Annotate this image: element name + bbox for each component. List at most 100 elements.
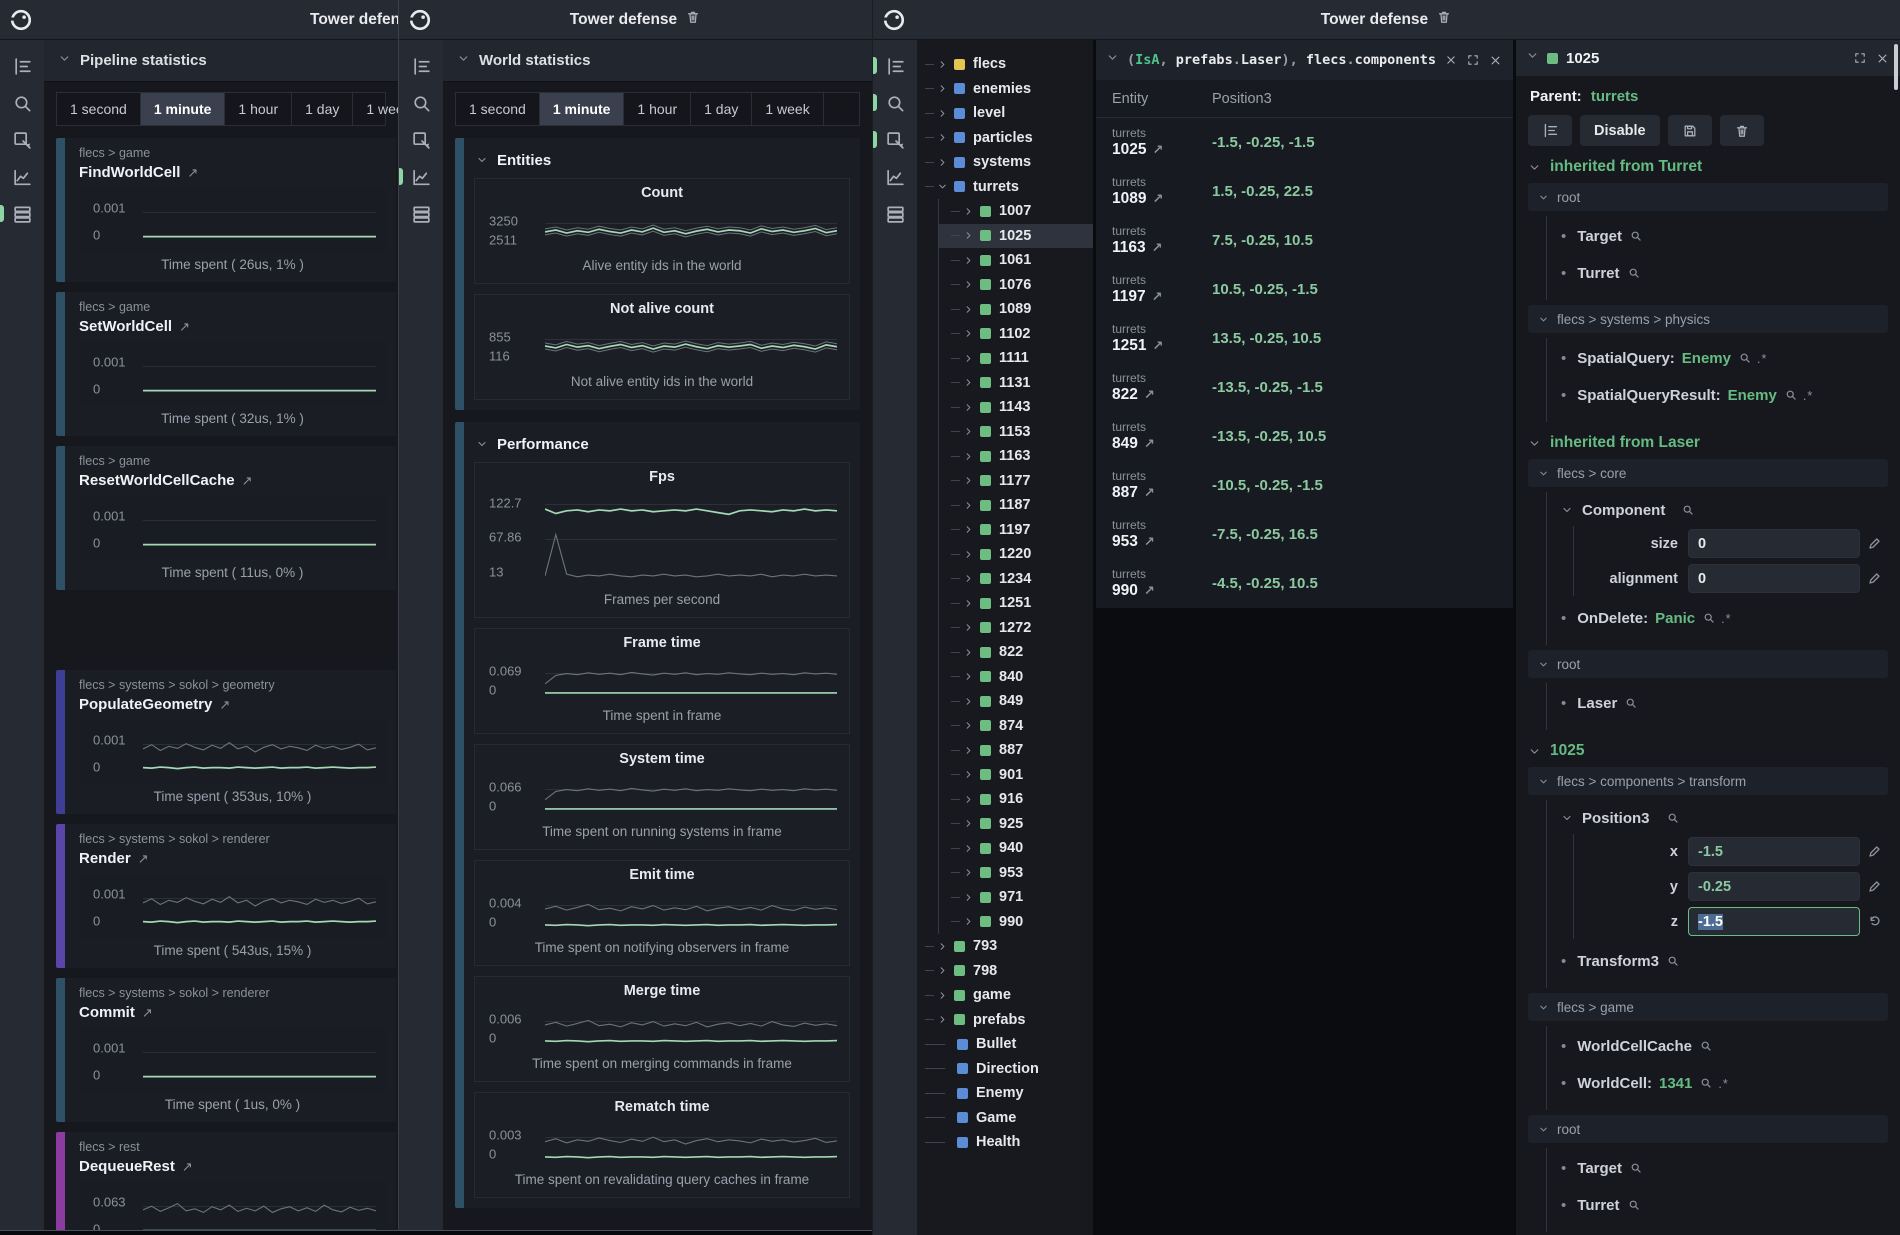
table-icon[interactable] [883,202,907,226]
chevron-right-icon[interactable] [937,941,948,952]
panel-header[interactable]: Pipeline statistics [44,40,398,82]
tree-item-1197[interactable]: 1197 [939,518,1093,543]
open-link-icon[interactable]: ↗ [1144,485,1155,501]
tree-item-990[interactable]: 990 [939,910,1093,935]
table-icon[interactable] [409,202,433,226]
chevron-right-icon[interactable] [963,451,974,462]
chevron-right-icon[interactable] [963,230,974,241]
tree-item-enemies[interactable]: enemies [925,77,1093,102]
component-name[interactable]: Turret [1577,265,1619,282]
tree-item-822[interactable]: 822 [939,640,1093,665]
select-icon[interactable] [10,128,34,152]
close-icon[interactable] [1444,53,1458,67]
section-header[interactable]: Entities [476,148,850,172]
open-link-icon[interactable]: ↗ [1152,240,1163,256]
tab-1-minute[interactable]: 1 minute [540,93,625,125]
chevron-right-icon[interactable] [963,720,974,731]
close-icon[interactable] [1488,53,1503,68]
open-link-icon[interactable]: ↗ [1152,338,1163,354]
hierarchy-icon[interactable] [409,54,433,78]
component-value-link[interactable]: 1341 [1659,1075,1692,1092]
tree-item-901[interactable]: 901 [939,763,1093,788]
tree-item-turrets[interactable]: turrets [925,175,1093,200]
open-link-icon[interactable]: ↗ [1152,191,1163,207]
chevron-right-icon[interactable] [963,206,974,217]
tree-item-1220[interactable]: 1220 [939,542,1093,567]
tree-item-940[interactable]: 940 [939,836,1093,861]
select-icon[interactable] [883,128,907,152]
edit-pencil-icon[interactable] [1860,879,1888,894]
tree-item-Game[interactable]: Game [925,1106,1093,1131]
magnifier-icon[interactable] [1630,1162,1643,1175]
component-name[interactable]: SpatialQueryResult: [1577,387,1720,404]
entity-link[interactable]: 849↗ [1112,435,1200,453]
tree-item-1131[interactable]: 1131 [939,371,1093,396]
magnifier-icon[interactable] [1628,1199,1641,1212]
chevron-right-icon[interactable] [963,892,974,903]
module-path-header[interactable]: root [1528,650,1888,678]
chevron-right-icon[interactable] [963,279,974,290]
close-icon[interactable] [1875,51,1890,66]
magnifier-icon[interactable] [1700,1077,1713,1090]
parent-link[interactable]: turrets [1591,88,1639,105]
tab-1-week[interactable]: 1 week [752,93,823,125]
tree-item-game[interactable]: game [925,983,1093,1008]
chevron-right-icon[interactable] [963,843,974,854]
component-name[interactable]: Target [1577,228,1622,245]
chevron-right-icon[interactable] [963,377,974,388]
module-path-header[interactable]: flecs > game [1528,993,1888,1021]
component-name[interactable]: Transform3 [1577,953,1659,970]
open-link-icon[interactable]: ↗ [1152,289,1163,305]
tree-item-840[interactable]: 840 [939,665,1093,690]
chevron-right-icon[interactable] [963,696,974,707]
chevron-right-icon[interactable] [937,108,948,119]
tab-1-day[interactable]: 1 day [292,93,353,125]
system-name-link[interactable]: PopulateGeometry [79,696,212,713]
component-value-link[interactable]: Enemy [1682,350,1731,367]
chevron-right-icon[interactable] [963,916,974,927]
tree-item-1025[interactable]: 1025 [939,224,1093,249]
open-link-icon[interactable]: ↗ [182,1159,193,1175]
module-path-header[interactable]: flecs > components > transform [1528,767,1888,795]
trash-icon[interactable] [1436,9,1452,30]
entity-link[interactable]: 1251↗ [1112,337,1200,355]
chevron-down-icon[interactable] [1106,51,1119,69]
open-link-icon[interactable]: ↗ [1144,387,1155,403]
component-value-link[interactable]: Panic [1655,610,1695,627]
tree-item-Bullet[interactable]: Bullet [925,1032,1093,1057]
tree-item-1272[interactable]: 1272 [939,616,1093,641]
chart-icon[interactable] [883,165,907,189]
tree-item-Enemy[interactable]: Enemy [925,1081,1093,1106]
chevron-right-icon[interactable] [963,353,974,364]
hierarchy-icon[interactable] [883,54,907,78]
open-link-icon[interactable]: ↗ [1144,534,1155,550]
tree-item-1102[interactable]: 1102 [939,322,1093,347]
tree-item-1089[interactable]: 1089 [939,297,1093,322]
component-value-link[interactable]: Enemy [1728,387,1777,404]
component-expandable-row[interactable]: Component [1561,494,1888,526]
search-icon[interactable] [10,91,34,115]
system-name-link[interactable]: DequeueRest [79,1158,175,1175]
magnifier-icon[interactable] [1628,267,1641,280]
module-path-header[interactable]: flecs > core [1528,459,1888,487]
module-path-header[interactable]: root [1528,183,1888,211]
magnifier-icon[interactable] [1667,955,1680,968]
chevron-right-icon[interactable] [963,573,974,584]
tree-item-1153[interactable]: 1153 [939,420,1093,445]
tree-item-849[interactable]: 849 [939,689,1093,714]
tree-item-1251[interactable]: 1251 [939,591,1093,616]
tree-item-1111[interactable]: 1111 [939,346,1093,371]
field-input-z[interactable]: -1.5 [1688,907,1860,936]
tree-item-1061[interactable]: 1061 [939,248,1093,273]
tree-item-flecs[interactable]: flecs [925,52,1093,77]
component-expandable-row[interactable]: Position3 [1561,802,1888,834]
open-link-icon[interactable]: ↗ [1144,436,1155,452]
open-link-icon[interactable]: ↗ [179,319,190,335]
entity-link[interactable]: 822↗ [1112,386,1200,404]
open-link-icon[interactable]: ↗ [1144,583,1155,599]
module-path-header[interactable]: root [1528,1115,1888,1143]
tab-1-second[interactable]: 1 second [57,93,141,125]
chevron-down-icon[interactable] [937,181,948,192]
chevron-right-icon[interactable] [963,500,974,511]
chevron-right-icon[interactable] [937,59,948,70]
